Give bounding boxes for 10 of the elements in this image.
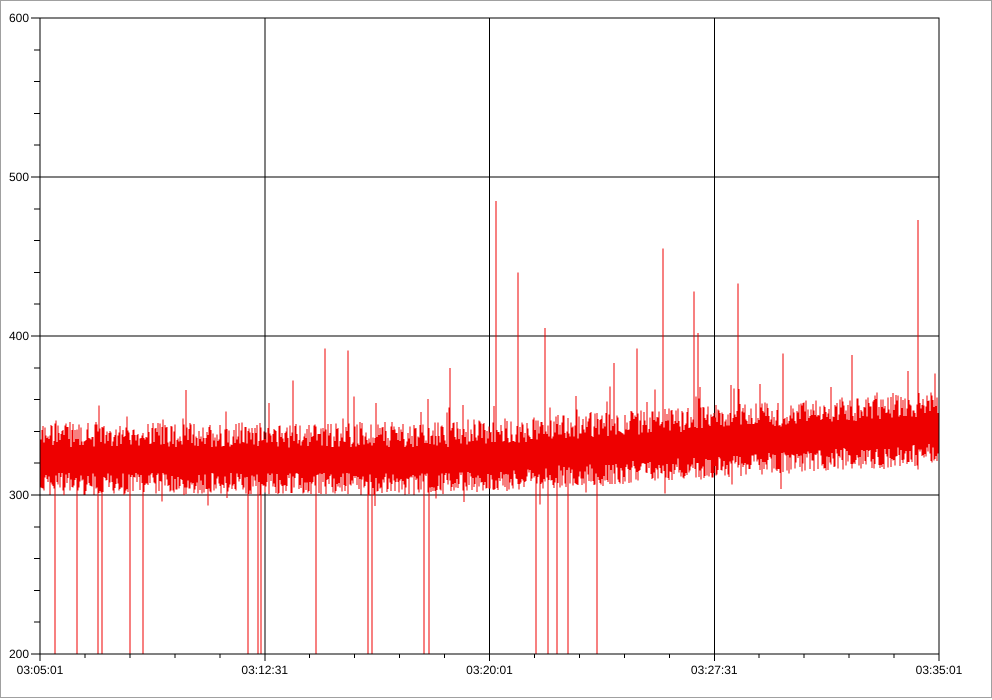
y-axis-label: 300 — [8, 488, 29, 502]
x-axis-label: 03:35:01 — [916, 663, 962, 677]
x-axis-label: 03:27:31 — [690, 663, 738, 677]
y-axis-label: 400 — [8, 329, 29, 343]
y-axis-label: 500 — [8, 170, 29, 184]
x-axis-label: 03:12:31 — [241, 663, 288, 677]
x-axis-label: 03:05:01 — [16, 663, 64, 677]
y-axis-label: 200 — [8, 647, 29, 661]
x-axis-label: 03:20:01 — [466, 663, 513, 677]
y-axis-label: 600 — [8, 11, 29, 25]
